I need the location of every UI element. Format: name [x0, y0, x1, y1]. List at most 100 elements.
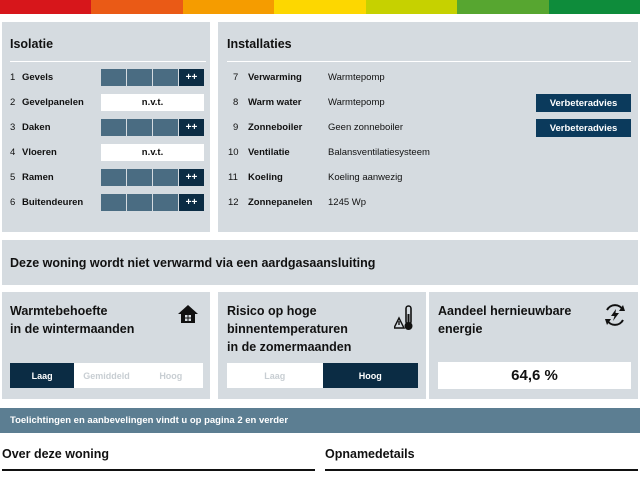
rating-segment — [153, 169, 178, 186]
isolatie-row-ramen: 5 Ramen — [10, 167, 54, 187]
opnamedetails-rule — [325, 469, 638, 471]
rating-value: ++ — [179, 194, 204, 211]
stripe-segment — [91, 0, 183, 14]
warmtebehoefte-title: Warmtebehoefte in de wintermaanden — [10, 302, 134, 338]
house-icon — [177, 304, 199, 329]
row-label: Gevelpanelen — [22, 96, 84, 108]
rating-segment — [101, 69, 126, 86]
row-number: 5 — [10, 171, 16, 183]
scale-option-laag: Laag — [10, 363, 75, 388]
row-label: Ramen — [22, 171, 54, 183]
row-label: Vloeren — [22, 146, 57, 158]
over-deze-woning-rule — [2, 469, 315, 471]
row-number: 1 — [10, 71, 16, 83]
row-number: 9 — [233, 121, 239, 133]
row-label: Gevels — [22, 71, 54, 83]
verbeteradvies-button-warm-water[interactable]: Verbeteradvies — [536, 94, 631, 112]
installaties-divider — [227, 61, 631, 62]
row-number: 10 — [228, 146, 239, 158]
title-line: in de wintermaanden — [10, 322, 135, 336]
row-label: Koeling — [248, 171, 283, 183]
row-value: Balansventilatiesysteem — [328, 146, 430, 158]
stripe-segment — [365, 0, 458, 14]
verbeteradvies-button-zonneboiler[interactable]: Verbeteradvies — [536, 119, 631, 137]
isolatie-panel: Isolatie 1 Gevels ++ 2 Gevelpanelen n.v.… — [2, 22, 210, 232]
rating-bar-buitendeuren: ++ — [101, 194, 204, 211]
isolatie-row-gevels: 1 Gevels — [10, 67, 53, 87]
toelichting-banner: Toelichtingen en aanbevelingen vindt u o… — [0, 408, 640, 433]
hernieuwbaar-value: 64,6 % — [438, 362, 631, 389]
rating-segment — [153, 69, 178, 86]
stripe-segment — [0, 0, 92, 14]
title-line: Aandeel hernieuwbare — [438, 304, 572, 318]
row-label: Zonneboiler — [248, 121, 303, 133]
row-number: 3 — [10, 121, 16, 133]
risico-panel: Risico op hoge binnentemperaturen in de … — [218, 292, 426, 399]
isolatie-row-gevelpanelen: 2 Gevelpanelen — [10, 92, 84, 112]
stripe-segment — [548, 0, 640, 14]
scale-option-gemiddeld: Gemiddeld — [83, 370, 130, 381]
hernieuwbaar-panel: Aandeel hernieuwbare energie 64,6 % — [429, 292, 638, 399]
row-number: 12 — [228, 196, 239, 208]
row-label: Verwarming — [248, 71, 302, 83]
stripe-segment — [274, 0, 366, 14]
row-value: Koeling aanwezig — [328, 171, 403, 183]
scale-option-laag: Laag — [264, 370, 286, 381]
isolatie-row-daken: 3 Daken — [10, 117, 51, 137]
renewable-energy-icon — [602, 302, 628, 333]
rating-segment — [153, 119, 178, 136]
installatie-row-warm-water: 8 Warm water Warmtepomp — [233, 92, 385, 112]
rating-na-vloeren: n.v.t. — [101, 144, 204, 161]
rating-bar-ramen: ++ — [101, 169, 204, 186]
rating-value: ++ — [179, 69, 204, 86]
rating-bar-daken: ++ — [101, 119, 204, 136]
rating-na-gevelpanelen: n.v.t. — [101, 94, 204, 111]
gas-notice-panel: Deze woning wordt niet verwarmd via een … — [2, 240, 638, 285]
risico-title: Risico op hoge binnentemperaturen in de … — [227, 302, 351, 356]
title-line: Warmtebehoefte — [10, 304, 108, 318]
rating-segment — [101, 169, 126, 186]
rating-segment — [127, 194, 152, 211]
hernieuwbaar-title: Aandeel hernieuwbare energie — [438, 302, 571, 338]
row-label: Ventilatie — [248, 146, 290, 158]
title-line: Risico op hoge — [227, 304, 317, 318]
scale-option-hoog: Hoog — [322, 363, 418, 388]
row-value: Warmtepomp — [328, 71, 385, 83]
warmtebehoefte-panel: Warmtebehoefte in de wintermaanden Laag … — [2, 292, 210, 399]
installatie-row-ventilatie: 10 Ventilatie Balansventilatiesysteem — [228, 142, 430, 162]
risico-scale: Laag Hoog — [227, 363, 418, 388]
row-value: Warmtepomp — [328, 96, 385, 108]
title-line: energie — [438, 322, 483, 336]
row-number: 6 — [10, 196, 16, 208]
isolatie-row-vloeren: 4 Vloeren — [10, 142, 57, 162]
rating-segment — [153, 194, 178, 211]
rating-segment — [127, 69, 152, 86]
thermometer-warning-icon — [392, 304, 416, 337]
warmtebehoefte-scale: Laag Gemiddeld Hoog — [10, 363, 203, 388]
isolatie-row-buitendeuren: 6 Buitendeuren — [10, 192, 83, 212]
rating-value: ++ — [179, 169, 204, 186]
installaties-panel: Installaties 7 Verwarming Warmtepomp 8 W… — [218, 22, 638, 232]
installatie-row-koeling: 11 Koeling Koeling aanwezig — [228, 167, 402, 187]
rating-segment — [101, 194, 126, 211]
row-label: Zonnepanelen — [248, 196, 313, 208]
row-number: 2 — [10, 96, 16, 108]
scale-option-hoog: Hoog — [159, 370, 183, 381]
rating-segment — [127, 119, 152, 136]
rating-segment — [127, 169, 152, 186]
row-number: 7 — [233, 71, 239, 83]
rating-value: ++ — [179, 119, 204, 136]
installatie-row-zonneboiler: 9 Zonneboiler Geen zonneboiler — [233, 117, 403, 137]
row-value: 1245 Wp — [328, 196, 367, 208]
isolatie-title: Isolatie — [10, 37, 54, 51]
row-number: 4 — [10, 146, 16, 158]
row-label: Daken — [22, 121, 51, 133]
over-deze-woning-title: Over deze woning — [2, 447, 109, 461]
title-line: binnentemperaturen — [227, 322, 348, 336]
row-number: 8 — [233, 96, 239, 108]
installatie-row-zonnepanelen: 12 Zonnepanelen 1245 Wp — [228, 192, 366, 212]
gas-notice-text: Deze woning wordt niet verwarmd via een … — [10, 256, 376, 270]
stripe-segment — [182, 0, 275, 14]
stripe-segment — [457, 0, 549, 14]
title-line: in de zomermaanden — [227, 340, 352, 354]
